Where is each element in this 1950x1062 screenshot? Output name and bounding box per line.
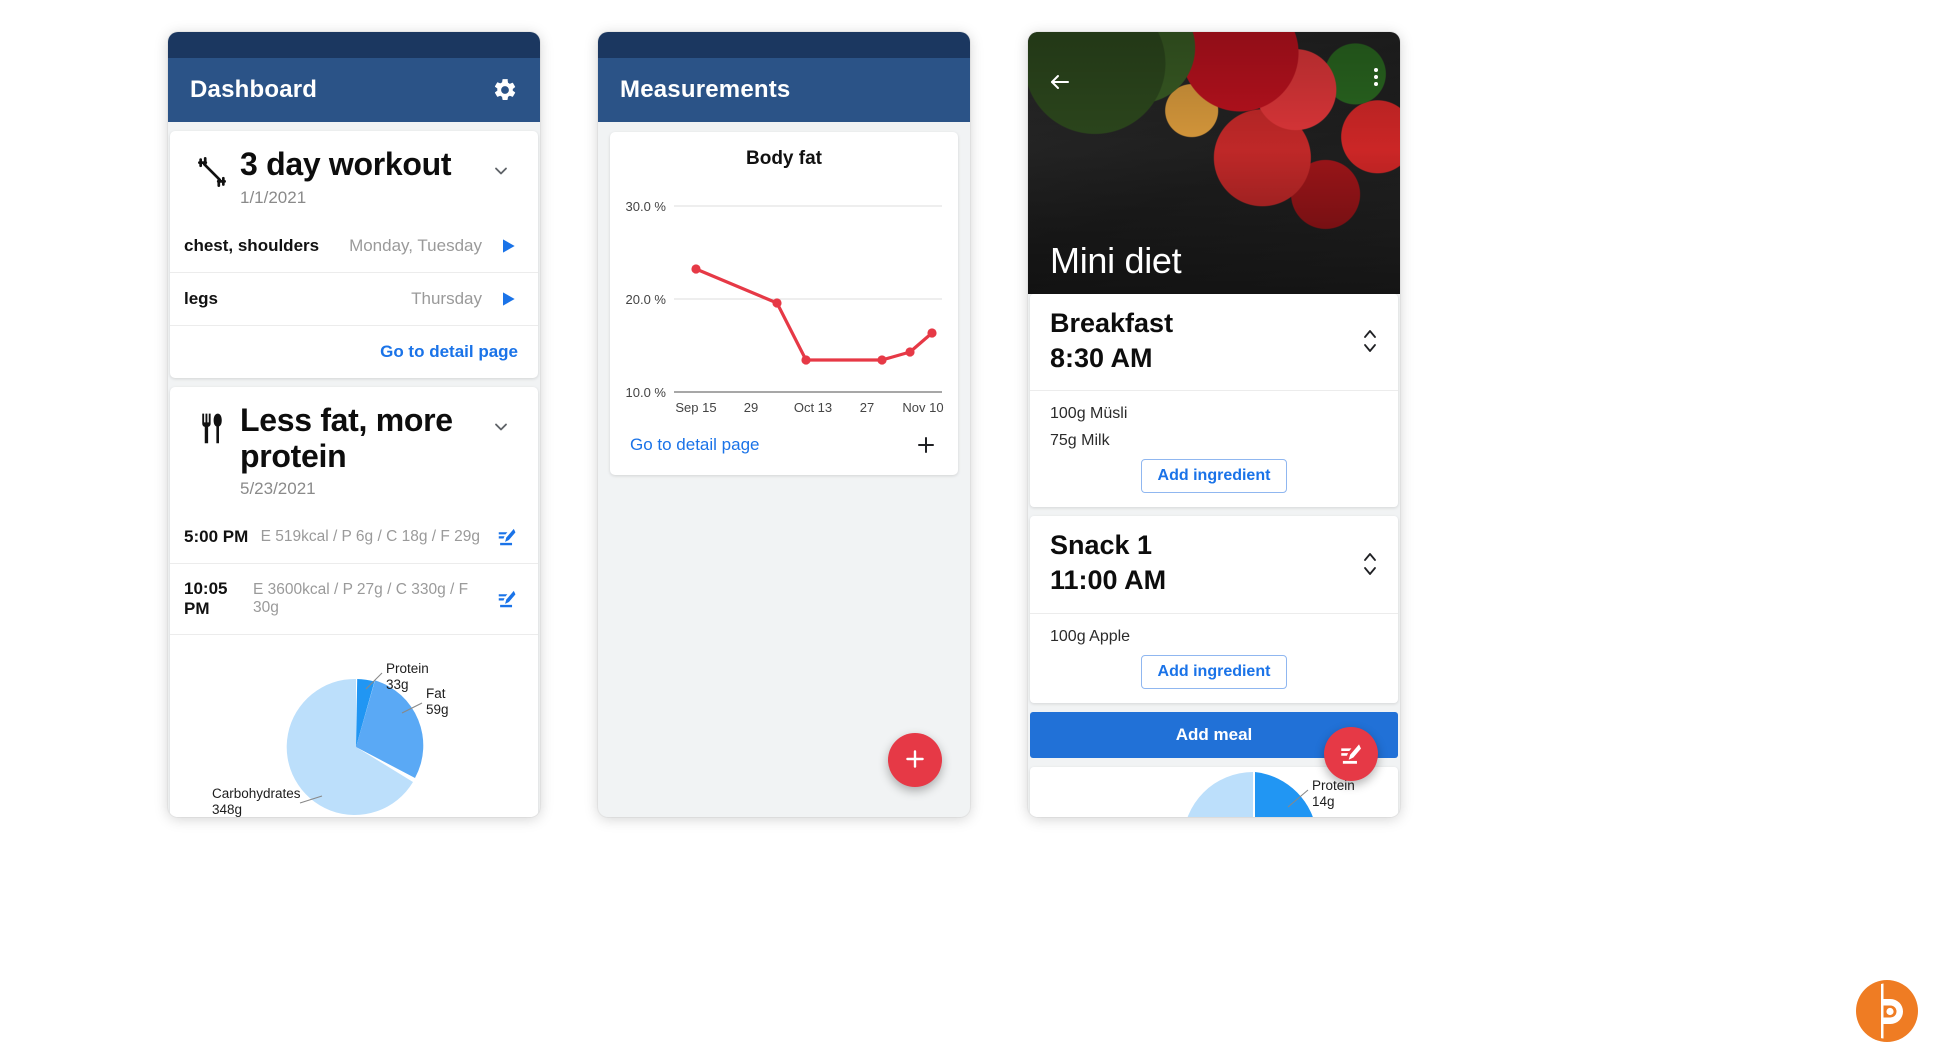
meal-name: Snack 1	[1050, 530, 1153, 561]
workout-card-footer: Go to detail page	[170, 324, 538, 378]
save-to-diary-fab[interactable]	[1324, 727, 1378, 781]
pie-label-fat: Fat	[426, 686, 446, 701]
body-fat-card: Body fat 30.0 % 20.0 % 10.0 % Sep 15 29 …	[610, 132, 958, 475]
xtick-2: Oct 13	[794, 400, 832, 415]
screenshot-root: Dashboard 3 day workout 1/1/2021 chest, …	[0, 0, 1950, 1062]
ytick-20: 20.0 %	[626, 292, 667, 307]
status-bar	[598, 32, 970, 58]
pie-value-carbs: 348g	[212, 802, 242, 817]
table-row[interactable]: chest, shoulders Monday, Tuesday	[170, 220, 538, 272]
add-measurement-fab[interactable]	[888, 733, 942, 787]
measurements-phone: Measurements Body fat 30.0 % 20.0 % 10.0…	[598, 32, 970, 817]
pie-value-fat: 59g	[426, 702, 449, 717]
play-icon[interactable]	[498, 288, 518, 310]
meal-card: Breakfast 8:30 AM 100g Müsli 75g Milk Ad…	[1030, 294, 1398, 508]
xtick-3: 27	[860, 400, 874, 415]
diet-title: Mini diet	[1050, 240, 1182, 281]
body-fat-card-footer: Go to detail page	[610, 419, 958, 475]
meal-time: 8:30 AM	[1050, 343, 1153, 374]
workout-row-days: Monday, Tuesday	[349, 235, 482, 255]
meal-card-body: 100g Müsli 75g Milk Add ingredient	[1030, 390, 1398, 507]
chevron-down-icon[interactable]	[484, 147, 518, 181]
list-item: 100g Müsli	[1050, 405, 1128, 423]
xtick-0: Sep 15	[675, 400, 716, 415]
arrow-left-icon[interactable]	[1046, 70, 1074, 94]
list-item: 100g Apple	[1050, 627, 1131, 645]
page-title: Dashboard	[190, 76, 318, 103]
nutrition-title: Less fat, more protein	[240, 401, 453, 474]
body-fat-chart: 30.0 % 20.0 % 10.0 % Sep 15 29 Oct 13 27…	[626, 199, 944, 415]
pie-label-protein: Protein	[386, 661, 429, 676]
workout-detail-link[interactable]: Go to detail page	[380, 342, 518, 362]
series-points-body-fat	[691, 264, 937, 365]
play-icon[interactable]	[498, 235, 518, 257]
series-line-body-fat	[694, 267, 934, 362]
b-logo-icon	[1852, 976, 1922, 1046]
pie-value-protein: 14g	[1312, 794, 1335, 809]
page-title: Measurements	[620, 76, 791, 103]
measurements-appbar: Measurements	[598, 58, 970, 122]
export-note-icon[interactable]	[496, 588, 518, 610]
meal-macros: E 519kcal / P 6g / C 18g / F 29g	[260, 528, 480, 546]
meal-name: Breakfast	[1050, 308, 1174, 338]
pie-value-protein: 33g	[386, 677, 409, 692]
workout-row-days: Thursday	[411, 288, 482, 308]
workout-date: 1/1/2021	[240, 187, 307, 207]
plus-icon	[902, 746, 928, 772]
status-bar	[168, 32, 540, 58]
nutrition-date: 5/23/2021	[240, 479, 316, 499]
workout-row-label: chest, shoulders	[184, 235, 320, 255]
meal-row[interactable]: 5:00 PM E 519kcal / P 6g / C 18g / F 29g	[170, 511, 538, 563]
ytick-10: 10.0 %	[626, 385, 667, 400]
nutrition-card-header: Less fat, more protein 5/23/2021	[170, 387, 538, 512]
dashboard-phone: Dashboard 3 day workout 1/1/2021 chest, …	[168, 32, 540, 817]
xtick-4: Nov 10	[902, 400, 943, 415]
dashboard-macro-pie-svg: Protein 33g Fat 59g Carbohydrates 348g	[212, 661, 449, 817]
meal-time: 10:05 PM	[184, 579, 228, 619]
chevron-down-icon[interactable]	[484, 403, 518, 437]
add-ingredient-button[interactable]: Add ingredient	[1140, 459, 1288, 494]
macro-pie-chart: Protein 33g Fat 59g Carbohydrates 348g	[170, 634, 538, 817]
meal-card-body: 100g Apple Add ingredient	[1030, 612, 1398, 703]
meal-time: 11:00 AM	[1050, 565, 1167, 596]
meal-card: Snack 1 11:00 AM 100g Apple Add ingredie…	[1030, 516, 1398, 703]
cutlery-icon	[184, 403, 240, 445]
table-row[interactable]: legs Thursday	[170, 271, 538, 325]
workout-card: 3 day workout 1/1/2021 chest, shoulders …	[170, 131, 538, 378]
meal-card-header: Snack 1 11:00 AM	[1030, 516, 1398, 612]
meal-row[interactable]: 10:05 PM E 3600kcal / P 27g / C 330g / F…	[170, 563, 538, 634]
ytick-30: 30.0 %	[626, 199, 667, 214]
workout-row-label: legs	[184, 288, 219, 308]
dashboard-scroll[interactable]: 3 day workout 1/1/2021 chest, shoulders …	[168, 122, 540, 817]
export-note-icon	[1338, 741, 1364, 767]
stepper-updown-icon[interactable]	[1362, 326, 1378, 356]
nutrition-card: Less fat, more protein 5/23/2021 5:00 PM…	[170, 386, 538, 817]
workout-title: 3 day workout	[240, 146, 452, 182]
list-item: 75g Milk	[1050, 432, 1110, 450]
add-ingredient-button[interactable]: Add ingredient	[1140, 654, 1288, 689]
measurements-detail-link[interactable]: Go to detail page	[630, 435, 759, 455]
gear-icon[interactable]	[492, 77, 518, 103]
more-vertical-icon[interactable]	[1374, 68, 1378, 86]
plus-icon[interactable]	[914, 433, 938, 457]
workout-card-header: 3 day workout 1/1/2021	[170, 131, 538, 220]
stepper-updown-icon[interactable]	[1362, 549, 1378, 579]
chart-title: Body fat	[746, 148, 822, 169]
meal-macros: E 3600kcal / P 27g / C 330g / F 30g	[252, 581, 469, 617]
xtick-1: 29	[744, 400, 758, 415]
mini-diet-phone: Mini diet Breakfast 8:30 AM 100g Müsli 7…	[1028, 32, 1400, 817]
dumbbell-icon	[184, 147, 240, 189]
dashboard-appbar: Dashboard	[168, 58, 540, 122]
hero-image: Mini diet	[1028, 32, 1400, 294]
meal-time: 5:00 PM	[184, 527, 249, 547]
meal-card-header: Breakfast 8:30 AM	[1030, 294, 1398, 390]
pie-label-carbs: Carbohydrates	[212, 786, 301, 801]
export-note-icon[interactable]	[496, 526, 518, 548]
